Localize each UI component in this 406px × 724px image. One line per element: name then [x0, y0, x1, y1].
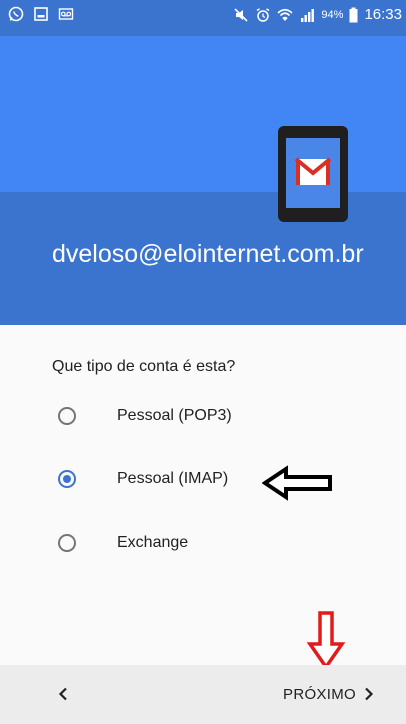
account-type-question: Que tipo de conta é esta? — [52, 358, 236, 375]
radio-button-selected[interactable] — [58, 470, 76, 488]
radio-label: Exchange — [117, 534, 189, 551]
radio-button[interactable] — [58, 534, 76, 552]
whatsapp-icon — [8, 6, 24, 22]
arrow-left-outline-icon — [262, 465, 332, 501]
radio-label: Pessoal (POP3) — [117, 407, 232, 424]
notification-icons — [8, 6, 74, 22]
voicemail-icon — [58, 8, 74, 20]
radio-label: Pessoal (IMAP) — [117, 470, 229, 487]
gallery-icon — [34, 7, 48, 21]
account-email: dveloso@elointernet.com.br — [52, 240, 364, 268]
chevron-left-icon — [58, 687, 67, 701]
radio-option-imap[interactable]: Pessoal (IMAP) — [58, 463, 228, 495]
back-button[interactable] — [48, 679, 78, 709]
wifi-icon — [277, 8, 293, 21]
mute-icon — [234, 7, 248, 22]
radio-button[interactable] — [58, 407, 76, 425]
status-bar: 94% 16:33 — [0, 0, 406, 36]
gmail-phone-icon — [278, 126, 348, 222]
clock: 16:33 — [364, 6, 402, 23]
chevron-right-icon — [365, 687, 374, 701]
radio-option-pop3[interactable]: Pessoal (POP3) — [58, 400, 232, 432]
next-button-label: PRÓXIMO — [283, 685, 356, 703]
battery-icon — [349, 7, 358, 22]
bottom-navigation-bar: PRÓXIMO — [0, 665, 406, 724]
radio-option-exchange[interactable]: Exchange — [58, 527, 188, 559]
arrow-down-outline-icon — [306, 611, 346, 670]
next-button[interactable]: PRÓXIMO — [283, 679, 374, 709]
alarm-icon — [257, 7, 270, 22]
signal-icon — [301, 8, 315, 22]
battery-percent: 94% — [321, 8, 344, 21]
system-indicators: 94% 16:33 — [233, 6, 402, 23]
